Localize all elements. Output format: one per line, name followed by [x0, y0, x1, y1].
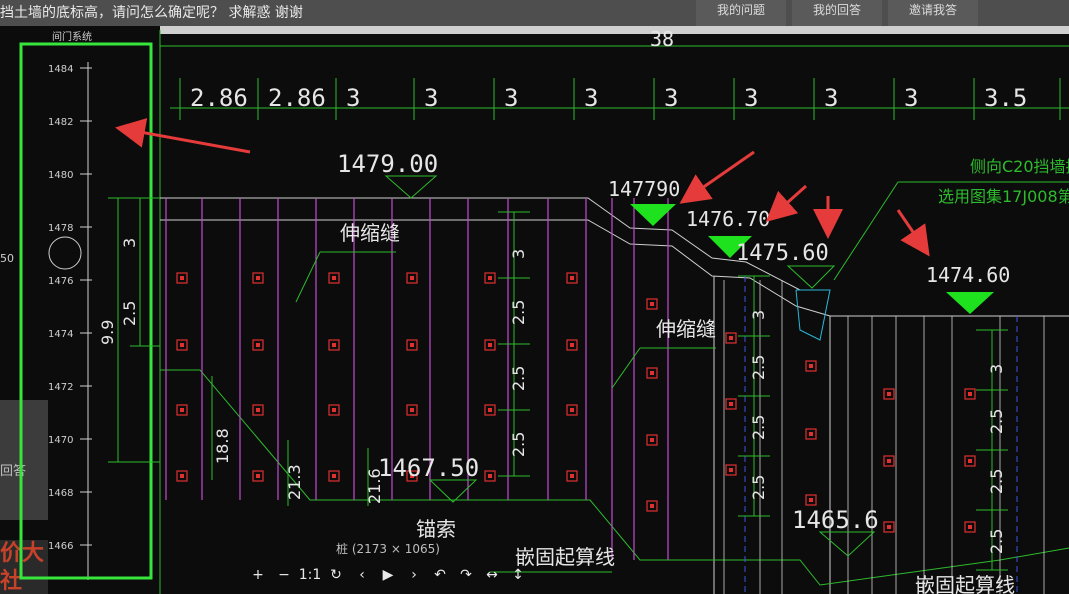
- left-small-label: 50: [0, 252, 14, 265]
- elevation-marker-147790: [630, 204, 676, 226]
- top-dim-8: 3: [824, 84, 838, 112]
- expansion-joint-label-2: 伸缩缝: [656, 317, 716, 341]
- elevation-1465-6: 1465.6: [792, 506, 879, 534]
- flip-horizontal-icon[interactable]: ↔: [479, 563, 505, 587]
- arrow-to-1476-70: [765, 184, 808, 223]
- elevation-1479-00: 1479.00: [337, 150, 438, 178]
- bottom-dim-18-8: 18.8: [213, 428, 232, 464]
- zoom-in-icon[interactable]: +: [245, 563, 271, 587]
- elevation-1467-50: 1467.50: [378, 454, 479, 482]
- left-elevation-scale: 1484 1482 1480 1478 1476 1474 1472 1470 1468 1466: [48, 64, 92, 552]
- actual-size-icon[interactable]: 1:1: [297, 563, 323, 587]
- zoom-out-icon[interactable]: −: [271, 563, 297, 587]
- arrow-to-scale: [115, 118, 251, 154]
- scale-tick-1468: 1468: [48, 488, 73, 499]
- elevation-marker-1474-60: [946, 292, 994, 314]
- mid-dim-1: 2.5: [509, 300, 528, 325]
- top-white-band: [160, 26, 1069, 34]
- scale-tick-1466: 1466: [48, 541, 73, 552]
- embed-line-label-2: 嵌固起算线: [915, 573, 1015, 594]
- flip-vertical-icon[interactable]: ↕: [505, 563, 531, 587]
- reset-icon[interactable]: ↻: [323, 563, 349, 587]
- side-note-1: 侧向C20挡墙拱: [970, 157, 1069, 176]
- elevation-1475-60: 1475.60: [736, 241, 829, 266]
- left-dim-2-5: 2.5: [120, 301, 139, 326]
- mid-dim-0: 3: [509, 249, 528, 259]
- top-dim-4: 3: [504, 84, 518, 112]
- mid-dim-3: 2.5: [509, 432, 528, 457]
- left-dim-3: 3: [120, 238, 139, 248]
- elevation-147790: 147790: [608, 177, 680, 201]
- scale-tick-1484: 1484: [48, 64, 73, 75]
- next-icon[interactable]: ›: [401, 563, 427, 587]
- right-dim-1: 2.5: [749, 355, 768, 380]
- my-questions-button[interactable]: 我的问题: [696, 0, 786, 26]
- scale-tick-1482: 1482: [48, 117, 73, 128]
- scale-tick-1480: 1480: [48, 170, 73, 181]
- top-dim-2: 3: [346, 84, 360, 112]
- elevation-1474-60: 1474.60: [926, 263, 1010, 287]
- side-note-2: 选用图集17J008第: [938, 187, 1069, 206]
- top-dimension-row: 2.86 2.86 3 3 3 3 3 3 3 3 3.5: [179, 78, 1061, 120]
- question-header: 挡土墙的底标高，请问怎么确定呢？ 求解惑 谢谢 我的问题 我的回答 邀请我答: [0, 0, 1069, 26]
- right-dim-0: 3: [749, 310, 768, 320]
- top-dim-10: 3.5: [984, 84, 1027, 112]
- far-right-dim-1: 2.5: [987, 409, 1006, 434]
- top-dim-0: 2.86: [190, 84, 248, 112]
- scale-tick-1478: 1478: [48, 223, 73, 234]
- top-dim-7: 3: [744, 84, 758, 112]
- left-dim-9-9: 9.9: [98, 320, 117, 345]
- question-title: 挡土墙的底标高，请问怎么确定呢？ 求解惑 谢谢: [0, 5, 303, 21]
- rotate-right-icon[interactable]: ↷: [453, 563, 479, 587]
- arrow-to-147790: [679, 150, 755, 204]
- cad-drawing-image: 38 2.86 2.86 3 3 3 3 3 3 3 3 3.5 14841482148014781…: [0, 26, 1069, 594]
- wall-columns: [165, 198, 669, 560]
- left-scale-title: 间门系统: [52, 30, 92, 43]
- top-dim-1: 2.86: [268, 84, 326, 112]
- scale-tick-1470: 1470: [48, 435, 73, 446]
- rotate-left-icon[interactable]: ↶: [427, 563, 453, 587]
- top-dim-6: 3: [664, 84, 678, 112]
- top-dim-9: 3: [904, 84, 918, 112]
- top-dimension-label: 38: [650, 27, 674, 51]
- mid-dim-2: 2.5: [509, 366, 528, 391]
- far-right-dim-3: 2.5: [987, 529, 1006, 554]
- right-dim-2: 2.5: [749, 415, 768, 440]
- invite-answer-button[interactable]: 邀请我答: [888, 0, 978, 26]
- expansion-joint-label-1: 伸缩缝: [340, 221, 400, 245]
- right-dim-3: 2.5: [749, 475, 768, 500]
- play-icon[interactable]: ▶: [375, 563, 401, 587]
- my-answers-button[interactable]: 我的回答: [792, 0, 882, 26]
- elevation-1476-70: 1476.70: [686, 207, 770, 231]
- scale-tick-1472: 1472: [48, 382, 73, 393]
- anchor-label: 锚索: [416, 517, 456, 541]
- scale-tick-1476: 1476: [48, 276, 73, 287]
- far-right-dim-2: 2.5: [987, 469, 1006, 494]
- viewer-toolbar: + −1:1 ↻ ‹ ▶ › ↶ ↷ ↔ ↕: [245, 563, 531, 587]
- previous-icon[interactable]: ‹: [349, 563, 375, 587]
- arrow-to-1474-60: [896, 209, 930, 257]
- top-dim-5: 3: [584, 84, 598, 112]
- scale-tick-1474: 1474: [48, 329, 73, 340]
- image-caption: 桩 (2173 × 1065): [336, 542, 440, 556]
- top-dim-3: 3: [424, 84, 438, 112]
- far-right-dim-0: 3: [987, 364, 1006, 374]
